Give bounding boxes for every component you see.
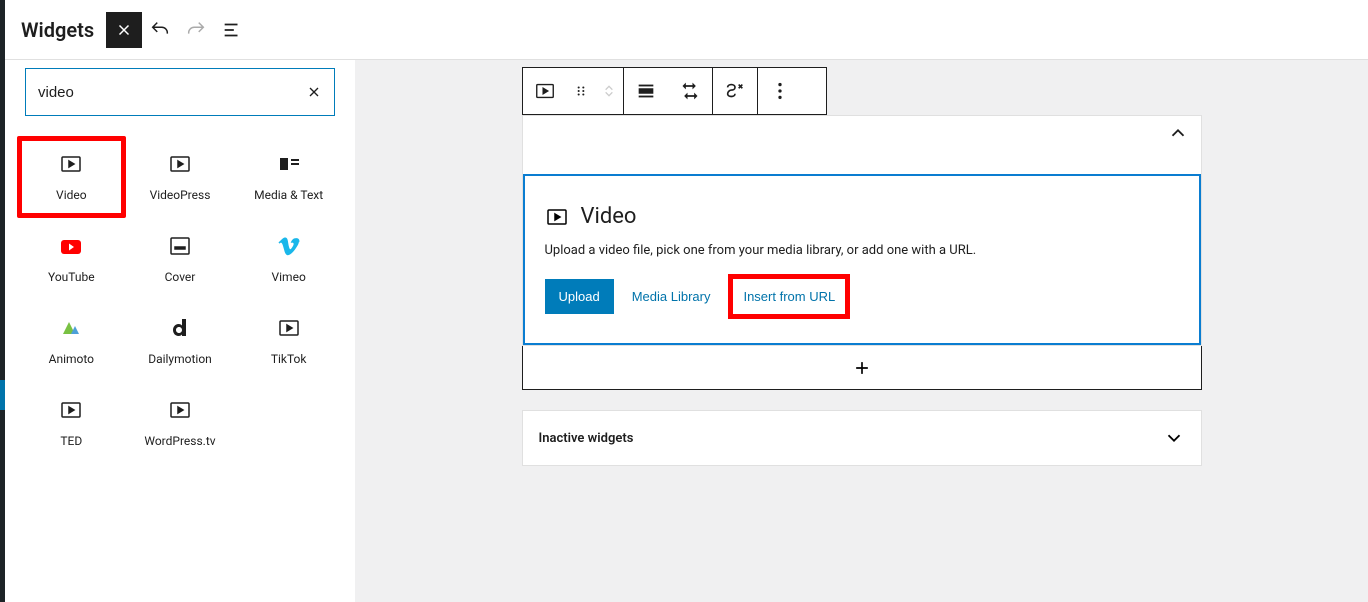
block-label: YouTube [48, 270, 95, 284]
block-label: WordPress.tv [144, 434, 215, 448]
inactive-widgets-panel[interactable]: Inactive widgets [522, 410, 1202, 466]
video-icon [545, 205, 569, 229]
videopress-icon [168, 152, 192, 176]
wordpress-tv-icon [168, 398, 192, 422]
plus-icon [852, 358, 872, 378]
page-title: Widgets [21, 18, 94, 42]
upload-button[interactable]: Upload [545, 279, 614, 314]
more-icon [769, 80, 791, 102]
close-icon [306, 84, 322, 100]
more-options-button[interactable] [758, 68, 802, 114]
block-label: Animoto [49, 352, 94, 366]
video-block-placeholder: Video Upload a video file, pick one from… [523, 174, 1201, 345]
drag-icon [574, 84, 588, 98]
search-wrap [25, 68, 335, 116]
collapse-widget-area-button[interactable] [1167, 122, 1189, 144]
move-up-down[interactable] [595, 68, 623, 114]
video-block-header: Video [545, 204, 1179, 229]
add-block-button[interactable] [522, 346, 1202, 390]
block-label: Media & Text [254, 188, 323, 202]
media-library-button[interactable]: Media Library [622, 281, 721, 312]
ted-icon [59, 398, 83, 422]
tiktok-icon [277, 316, 301, 340]
block-label: Dailymotion [148, 352, 212, 366]
video-icon [59, 152, 83, 176]
inactive-widgets-title: Inactive widgets [539, 431, 634, 446]
redo-icon [185, 19, 207, 41]
block-cover[interactable]: Cover [126, 218, 235, 300]
header-bar: Widgets [5, 0, 1368, 60]
cover-icon [168, 234, 192, 258]
main-container: Video VideoPress Media & Text YouTube [5, 0, 1368, 602]
admin-sidebar [0, 0, 5, 602]
animoto-icon [59, 316, 83, 340]
dailymotion-icon [168, 316, 192, 340]
block-label: TikTok [271, 352, 307, 366]
undo-icon [149, 19, 171, 41]
replace-icon [680, 81, 700, 101]
block-video[interactable]: Video [17, 136, 126, 218]
block-animoto[interactable]: Animoto [17, 300, 126, 382]
admin-sidebar-active [0, 380, 5, 410]
search-input[interactable] [38, 84, 306, 101]
insert-from-url-button[interactable]: Insert from URL [733, 281, 845, 312]
video-block-actions: Upload Media Library Insert from URL [545, 274, 1179, 319]
block-youtube[interactable]: YouTube [17, 218, 126, 300]
block-videopress[interactable]: VideoPress [126, 136, 235, 218]
widget-area: Video Upload a video file, pick one from… [522, 115, 1202, 346]
block-media-text[interactable]: Media & Text [234, 136, 343, 218]
close-icon [115, 21, 133, 39]
youtube-icon [59, 234, 83, 258]
media-text-icon [277, 152, 301, 176]
move-icon [601, 81, 617, 101]
redo-button[interactable] [178, 12, 214, 48]
video-block-description: Upload a video file, pick one from your … [545, 243, 1179, 258]
chevron-up-icon [1167, 122, 1189, 144]
block-label: Cover [165, 270, 196, 284]
editor-canvas: Video Upload a video file, pick one from… [355, 0, 1368, 602]
block-label: VideoPress [150, 188, 211, 202]
block-label: Video [56, 188, 87, 202]
blocks-grid: Video VideoPress Media & Text YouTube [5, 136, 355, 464]
block-type-button[interactable] [523, 68, 567, 114]
block-label: TED [60, 434, 82, 448]
search-input-holder [25, 68, 335, 116]
video-block-title: Video [581, 204, 637, 229]
search-clear-button[interactable] [306, 84, 322, 100]
align-button[interactable] [624, 68, 668, 114]
canvas-inner: Video Upload a video file, pick one from… [522, 67, 1202, 602]
list-view-button[interactable] [214, 12, 250, 48]
block-label: Vimeo [272, 270, 306, 284]
block-dailymotion[interactable]: Dailymotion [126, 300, 235, 382]
chevron-down-icon [1163, 427, 1185, 449]
track-icon [724, 80, 746, 102]
block-toolbar [522, 67, 827, 115]
replace-button[interactable] [668, 68, 712, 114]
block-tiktok[interactable]: TikTok [234, 300, 343, 382]
block-ted[interactable]: TED [17, 382, 126, 464]
close-inserter-button[interactable] [106, 12, 142, 48]
block-wordpress-tv[interactable]: WordPress.tv [126, 382, 235, 464]
block-vimeo[interactable]: Vimeo [234, 218, 343, 300]
highlight-annotation: Insert from URL [728, 274, 850, 319]
undo-button[interactable] [142, 12, 178, 48]
vimeo-icon [277, 234, 301, 258]
block-inserter-panel: Video VideoPress Media & Text YouTube [5, 0, 355, 602]
align-icon [635, 80, 657, 102]
track-button[interactable] [713, 68, 757, 114]
list-view-icon [221, 19, 243, 41]
drag-handle[interactable] [567, 68, 595, 114]
video-icon [534, 80, 556, 102]
